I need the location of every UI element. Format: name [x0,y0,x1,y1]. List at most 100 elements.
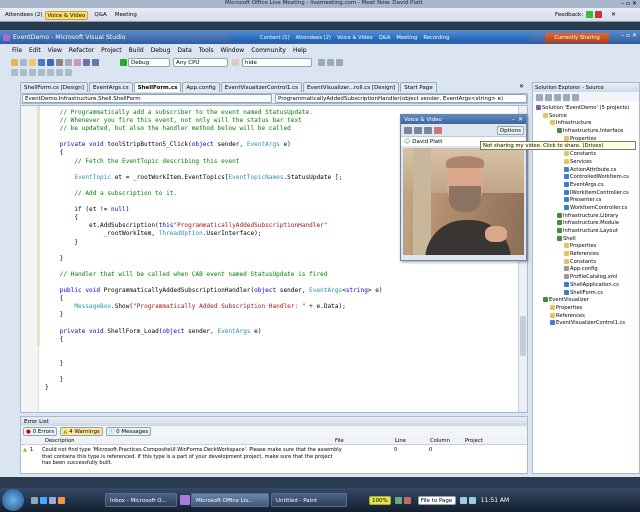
open-icon[interactable] [29,58,36,66]
tree-item[interactable]: WorkItemController.cs [533,204,639,213]
menu-edit[interactable]: Edit [29,47,41,54]
switch-windows-icon[interactable] [49,496,56,504]
properties-icon[interactable] [536,93,543,101]
tree-item[interactable]: EventVisualizer [533,297,639,305]
ml-recording-button[interactable]: Recording [423,35,449,41]
menu-refactor[interactable]: Refactor [69,47,94,54]
properties-icon[interactable] [327,58,334,66]
tree-item[interactable]: Source [533,112,639,121]
table-row[interactable]: ▲ 1 Could not find type 'Microsoft.Pract… [21,445,527,467]
ie-icon[interactable] [40,496,47,504]
tab-eventvisualizercontrol[interactable]: EventVisualizerControl1.cs [220,82,302,92]
show-desktop-icon[interactable] [31,496,38,504]
member-combo[interactable]: ProgrammaticallyAddedSubscriptionHandler… [275,94,527,103]
menu-help[interactable]: Help [293,47,307,54]
format-icon[interactable] [11,69,18,76]
volume-icon[interactable] [468,496,476,504]
task-inbox[interactable]: Inbox - Microsoft O... [105,493,177,507]
tree-item[interactable]: Infrastructure.Interface [533,128,639,136]
undo-icon[interactable] [83,58,90,66]
meeting-button[interactable]: Meeting [113,11,139,20]
tree-item[interactable]: ControlledWorkItem.cs [533,174,639,182]
config-dropdown[interactable]: Debug [128,57,170,67]
voice-video-button[interactable]: Voice & Video [44,11,89,20]
close-icon[interactable]: ✕ [518,116,523,123]
start-debug-icon[interactable] [120,58,127,66]
tree-item[interactable]: EventArgs.cs [533,181,639,190]
tree-item[interactable]: References [533,251,639,259]
toolbox-icon[interactable] [336,58,343,66]
scroll-thumb[interactable] [520,316,526,356]
ml-meeting-button[interactable]: Meeting [396,35,417,41]
tree-item[interactable]: Solution 'EventDemo' (5 projects) [533,105,639,113]
tree-item[interactable]: Infrastructure.Module [533,220,639,228]
menu-debug[interactable]: Debug [151,47,171,54]
copy-icon[interactable] [65,58,72,66]
paste-icon[interactable] [74,58,81,66]
ml-content-button[interactable]: Content (1) [260,35,290,41]
tree-item[interactable]: ShellForm.cs [533,289,639,298]
menu-project[interactable]: Project [101,47,122,54]
tree-item[interactable]: Infrastructure [533,120,639,128]
tree-item[interactable]: Infrastructure.Library [533,212,639,221]
tree-item[interactable]: Constants [533,151,639,159]
speaker-icon[interactable] [414,126,422,134]
refresh-icon[interactable] [554,93,561,101]
view-designer-icon[interactable] [572,93,579,101]
new-project-icon[interactable] [11,58,18,66]
language-indicator[interactable]: 100% [369,495,391,505]
qa-button[interactable]: Q&A [92,11,108,20]
menu-file[interactable]: File [12,47,22,54]
microphone-icon[interactable] [404,126,412,134]
comment-icon[interactable] [47,69,54,76]
cut-icon[interactable] [56,58,63,66]
options-button[interactable]: Options [496,125,524,135]
menu-data[interactable]: Data [177,47,191,54]
network-icon[interactable] [459,496,467,504]
indent-icon[interactable] [29,69,36,76]
menu-view[interactable]: View [48,47,62,54]
close-icon[interactable]: ✕ [611,11,616,18]
webcam-icon[interactable] [434,126,442,134]
task-live-meeting[interactable]: Microsoft Office Liv... [191,493,269,507]
tree-item[interactable]: IWorkItemController.cs [533,189,639,198]
vs-task-icon[interactable] [180,495,190,505]
outdent-icon[interactable] [38,69,45,76]
add-item-icon[interactable] [20,58,27,66]
tree-item[interactable]: Presenter.cs [533,197,639,205]
uncomment-icon[interactable] [56,69,63,76]
find-box[interactable]: hide [242,57,312,67]
feedback-bad-icon[interactable] [595,11,603,18]
redo-icon[interactable] [92,58,99,66]
tree-item[interactable]: References [533,312,639,321]
tray-icon[interactable] [394,496,402,504]
tab-app-config[interactable]: App.config [182,82,220,92]
tree-item[interactable]: Constants [533,258,639,267]
minimize-icon[interactable]: – [512,116,515,123]
tree-item[interactable]: Services [533,158,639,167]
show-all-files-icon[interactable] [545,93,552,101]
align-icon[interactable] [20,69,27,76]
view-code-icon[interactable] [563,93,570,101]
feedback-good-icon[interactable] [586,11,594,18]
start-button[interactable] [2,489,24,511]
save-icon[interactable] [38,58,45,66]
tree-item[interactable]: Properties [533,304,639,313]
messages-filter-button[interactable]: ⓘ 0 Messages [105,427,152,436]
quick-launch-icon[interactable] [58,496,65,504]
menu-build[interactable]: Build [129,47,144,54]
platform-dropdown[interactable]: Any CPU [173,57,228,67]
menu-community[interactable]: Community [251,47,286,54]
ml-qa-button[interactable]: Q&A [379,35,391,41]
tray-icon-2[interactable] [403,496,411,504]
bookmark-icon[interactable] [65,69,72,76]
tree-item[interactable]: ProfileCatalog.xml [533,274,639,282]
solution-explorer-icon[interactable] [318,58,325,66]
warnings-filter-button[interactable]: ▲ 4 Warnings [60,427,103,436]
save-all-icon[interactable] [47,58,54,66]
attendees-button[interactable]: Attendees (2) [3,11,45,20]
vs-window-controls[interactable]: – ▫ ✕ [621,32,637,39]
task-paint[interactable]: Untitled - Paint [271,493,347,507]
tab-eventargs[interactable]: EventArgs.cs [88,82,133,92]
tab-start-page[interactable]: Start Page [400,82,437,92]
